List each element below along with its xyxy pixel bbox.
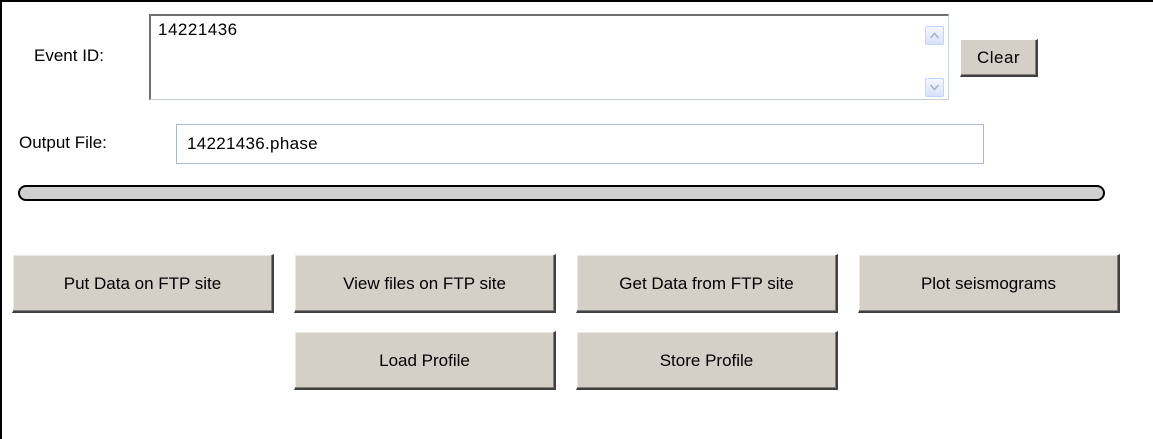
scroll-up-button[interactable] <box>925 26 944 45</box>
plot-seismograms-button[interactable]: Plot seismograms <box>858 254 1120 313</box>
arrow-up-icon <box>930 32 939 39</box>
store-profile-button[interactable]: Store Profile <box>576 331 838 390</box>
scroll-down-button[interactable] <box>925 78 944 97</box>
view-files-ftp-button[interactable]: View files on FTP site <box>294 254 556 313</box>
event-id-label: Event ID: <box>34 46 104 65</box>
event-id-value: 14221436 <box>158 20 238 39</box>
event-id-textarea[interactable]: 14221436 <box>149 14 949 100</box>
progress-bar <box>18 185 1105 201</box>
clear-button[interactable]: Clear <box>960 39 1038 77</box>
arrow-down-icon <box>930 84 939 91</box>
output-file-value: 14221436.phase <box>187 134 318 153</box>
get-data-ftp-button[interactable]: Get Data from FTP site <box>576 254 838 313</box>
output-file-label: Output File: <box>19 133 107 152</box>
output-file-field[interactable]: 14221436.phase <box>176 124 984 164</box>
event-id-scrollbar[interactable] <box>925 18 946 98</box>
put-data-ftp-button[interactable]: Put Data on FTP site <box>12 254 274 313</box>
load-profile-button[interactable]: Load Profile <box>294 331 556 390</box>
app-window: Event ID: 14221436 Clear Output File: 14… <box>0 0 1153 439</box>
